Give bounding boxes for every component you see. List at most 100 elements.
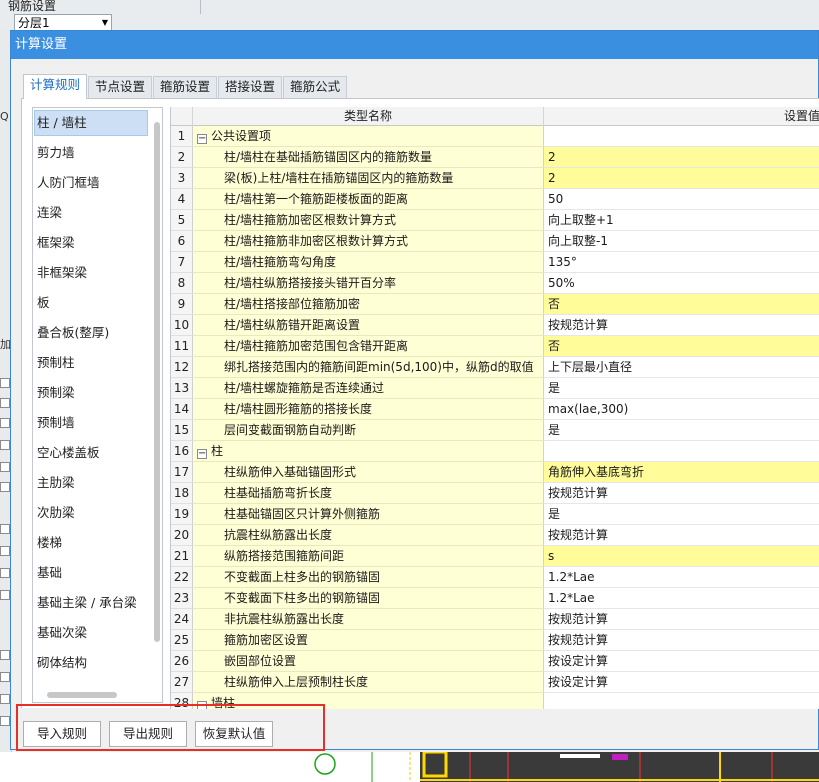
grid-row[interactable]: 17 柱纵筋伸入基础锚固形式 角筋伸入基底弯折	[171, 462, 819, 483]
setting-value-cell[interactable]: 按规范计算	[544, 525, 819, 546]
grid-row[interactable]: 26 嵌固部位设置 按设定计算	[171, 651, 819, 672]
grid-row[interactable]: 10 柱/墙柱纵筋错开距离设置 按规范计算	[171, 315, 819, 336]
component-list-item[interactable]: 基础主梁 / 承台梁	[34, 590, 148, 616]
grid-row[interactable]: 23 不变截面下柱多出的钢筋锚固 1.2*Lae	[171, 588, 819, 609]
component-list-item[interactable]: 预制梁	[34, 380, 148, 406]
scrollbar-thumb[interactable]	[47, 692, 117, 698]
setting-value-cell[interactable]	[544, 693, 819, 709]
setting-value-cell[interactable]: 按设定计算	[544, 651, 819, 672]
grid-row[interactable]: 12 绑扎搭接范围内的箍筋间距min(5d,100)中，纵筋d的取值 上下层最小直径	[171, 357, 819, 378]
grid-row[interactable]: 24 非抗震柱纵筋露出长度 按规范计算	[171, 609, 819, 630]
list-horizontal-scrollbar[interactable]	[33, 688, 151, 702]
component-list-item[interactable]: 预制柱	[34, 350, 148, 376]
component-list-item[interactable]: 非框架梁	[34, 260, 148, 286]
setting-value-cell[interactable]: max(lae,300)	[544, 399, 819, 420]
component-list-item[interactable]: 人防门框墙	[34, 170, 148, 196]
setting-value-cell[interactable]: 135°	[544, 252, 819, 273]
setting-value-cell[interactable]: 上下层最小直径	[544, 357, 819, 378]
tab-stirrup-formula[interactable]: 箍筋公式	[283, 76, 348, 98]
setting-value-cell[interactable]: 角筋伸入基底弯折	[544, 462, 819, 483]
setting-value-cell[interactable]: 按规范计算	[544, 483, 819, 504]
tab-calculation-rules[interactable]: 计算规则	[23, 74, 88, 99]
component-list-item[interactable]: 基础	[34, 560, 148, 586]
grid-row[interactable]: 19 柱基础锚固区只计算外侧箍筋 是	[171, 504, 819, 525]
background-checkbox[interactable]	[0, 568, 10, 578]
background-checkbox[interactable]	[0, 524, 10, 534]
component-list-item[interactable]: 板	[34, 290, 148, 316]
component-list-item[interactable]: 连梁	[34, 200, 148, 226]
setting-value-cell[interactable]: 是	[544, 504, 819, 525]
tab-lap-settings[interactable]: 搭接设置	[218, 76, 283, 98]
grid-row[interactable]: 11 柱/墙柱箍筋加密范围包含错开距离 否	[171, 336, 819, 357]
setting-value-cell[interactable]: 向上取整-1	[544, 231, 819, 252]
setting-value-cell[interactable]: 1.2*Lae	[544, 588, 819, 609]
setting-value-cell[interactable]: 2	[544, 147, 819, 168]
background-checkbox[interactable]	[0, 650, 10, 660]
setting-value-cell[interactable]	[544, 126, 819, 147]
grid-row[interactable]: 22 不变截面上柱多出的钢筋锚固 1.2*Lae	[171, 567, 819, 588]
component-list-item[interactable]: 柱 / 墙柱	[34, 110, 148, 136]
setting-value-cell[interactable]: 2	[544, 168, 819, 189]
grid-row[interactable]: 13 柱/墙柱螺旋箍筋是否连续通过 是	[171, 378, 819, 399]
setting-value-cell[interactable]	[544, 441, 819, 462]
setting-value-cell[interactable]: 否	[544, 336, 819, 357]
grid-group-row[interactable]: 1− 公共设置项	[171, 126, 819, 147]
setting-value-cell[interactable]: 50%	[544, 273, 819, 294]
setting-value-cell[interactable]: 向上取整+1	[544, 210, 819, 231]
grid-row[interactable]: 5 柱/墙柱箍筋加密区根数计算方式 向上取整+1	[171, 210, 819, 231]
setting-value-cell[interactable]: 是	[544, 378, 819, 399]
background-checkbox[interactable]	[0, 694, 10, 704]
component-list-item[interactable]: 框架梁	[34, 230, 148, 256]
grid-row[interactable]: 9 柱/墙柱搭接部位箍筋加密 否	[171, 294, 819, 315]
grid-row[interactable]: 3 梁(板)上柱/墙柱在插筋锚固区内的箍筋数量 2	[171, 168, 819, 189]
setting-value-cell[interactable]: 按规范计算	[544, 630, 819, 651]
component-list-item[interactable]: 空心楼盖板	[34, 440, 148, 466]
column-header-setting-value[interactable]: 设置值	[544, 107, 819, 126]
background-checkbox[interactable]	[0, 716, 10, 726]
collapse-icon[interactable]: −	[197, 449, 207, 459]
background-checkbox[interactable]	[0, 546, 10, 556]
grid-row[interactable]: 20 抗震柱纵筋露出长度 按规范计算	[171, 525, 819, 546]
setting-value-cell[interactable]: 按规范计算	[544, 315, 819, 336]
component-list-item[interactable]: 砌体结构	[34, 650, 148, 676]
setting-value-cell[interactable]: 50	[544, 189, 819, 210]
grid-row[interactable]: 8 柱/墙柱纵筋搭接接头错开百分率 50%	[171, 273, 819, 294]
grid-row[interactable]: 25 箍筋加密区设置 按规范计算	[171, 630, 819, 651]
setting-value-cell[interactable]: 1.2*Lae	[544, 567, 819, 588]
setting-value-cell[interactable]: 按设定计算	[544, 672, 819, 693]
collapse-icon[interactable]: −	[197, 134, 207, 144]
component-list-item[interactable]: 主肋梁	[34, 470, 148, 496]
background-checkbox[interactable]	[0, 462, 10, 472]
setting-value-cell[interactable]: 按规范计算	[544, 609, 819, 630]
grid-group-row[interactable]: 16− 柱	[171, 441, 819, 462]
background-checkbox[interactable]	[0, 398, 10, 408]
grid-row[interactable]: 18 柱基础插筋弯折长度 按规范计算	[171, 483, 819, 504]
setting-value-cell[interactable]: s	[544, 546, 819, 567]
scrollbar-thumb[interactable]	[154, 122, 160, 642]
background-checkbox[interactable]	[0, 590, 10, 600]
component-list-item[interactable]: 楼梯	[34, 530, 148, 556]
tab-node-settings[interactable]: 节点设置	[88, 76, 153, 98]
grid-row[interactable]: 27 柱纵筋伸入上层预制柱长度 按设定计算	[171, 672, 819, 693]
grid-row[interactable]: 7 柱/墙柱箍筋弯勾角度 135°	[171, 252, 819, 273]
component-list-item[interactable]: 次肋梁	[34, 500, 148, 526]
grid-row[interactable]: 2 柱/墙柱在基础插筋锚固区内的箍筋数量 2	[171, 147, 819, 168]
background-checkbox[interactable]	[0, 482, 10, 492]
tab-stirrup-settings[interactable]: 箍筋设置	[153, 76, 218, 98]
component-list-item[interactable]: 预制墙	[34, 410, 148, 436]
background-checkbox[interactable]	[0, 378, 10, 388]
grid-row[interactable]: 4 柱/墙柱第一个箍筋距楼板面的距离 50	[171, 189, 819, 210]
grid-row[interactable]: 14 柱/墙柱圆形箍筋的搭接长度 max(lae,300)	[171, 399, 819, 420]
column-header-type-name[interactable]: 类型名称	[193, 107, 544, 126]
component-list-item[interactable]: 基础次梁	[34, 620, 148, 646]
grid-row[interactable]: 6 柱/墙柱箍筋非加密区根数计算方式 向上取整-1	[171, 231, 819, 252]
setting-value-cell[interactable]: 否	[544, 294, 819, 315]
background-checkbox[interactable]	[0, 418, 10, 428]
grid-row[interactable]: 15 层间变截面钢筋自动判断 是	[171, 420, 819, 441]
component-list-item[interactable]: 叠合板(整厚)	[34, 320, 148, 346]
list-vertical-scrollbar[interactable]	[151, 108, 162, 698]
background-checkbox[interactable]	[0, 440, 10, 450]
grid-row[interactable]: 21 纵筋搭接范围箍筋间距 s	[171, 546, 819, 567]
component-list-item[interactable]: 剪力墙	[34, 140, 148, 166]
background-checkbox[interactable]	[0, 672, 10, 682]
